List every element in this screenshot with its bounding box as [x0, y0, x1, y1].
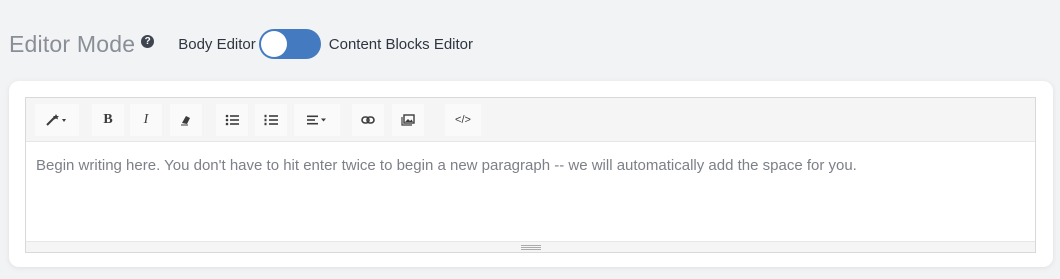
- grip-icon: [520, 244, 541, 250]
- help-icon[interactable]: ?: [141, 34, 155, 48]
- editor-resize-handle[interactable]: [26, 241, 1035, 252]
- toggle-knob: [260, 31, 287, 57]
- insert-picture-button[interactable]: [392, 104, 424, 136]
- editor-toolbar: B I </>: [26, 98, 1035, 142]
- body-editor-label: Body Editor: [178, 35, 256, 53]
- content-blocks-editor-label: Content Blocks Editor: [328, 35, 474, 53]
- editor-content-area[interactable]: Begin writing here. You don't have to hi…: [26, 141, 1035, 242]
- link-icon: [361, 115, 375, 125]
- bold-button[interactable]: B: [92, 104, 124, 136]
- ordered-list-icon: [264, 114, 278, 126]
- align-icon: [306, 114, 328, 126]
- page-title: Editor Mode: [9, 30, 136, 57]
- editor-mode-toggle[interactable]: [258, 29, 321, 59]
- ordered-list-button[interactable]: [255, 104, 287, 136]
- unordered-list-icon: [225, 114, 239, 126]
- paragraph-align-button[interactable]: [294, 104, 340, 136]
- clear-format-button[interactable]: [170, 104, 202, 136]
- editor-mode-header: Editor Mode ? Body Editor Content Blocks…: [9, 26, 473, 62]
- picture-icon: [401, 114, 415, 126]
- editor-card: B I </> Begin writing here. You don't ha…: [9, 81, 1053, 267]
- insert-link-button[interactable]: [352, 104, 384, 136]
- editor-placeholder: Begin writing here. You don't have to hi…: [36, 157, 857, 174]
- italic-button[interactable]: I: [130, 104, 162, 136]
- magic-wand-icon: [45, 113, 69, 127]
- unordered-list-button[interactable]: [216, 104, 248, 136]
- rich-text-editor: B I </> Begin writing here. You don't ha…: [25, 97, 1036, 253]
- code-view-button[interactable]: </>: [445, 104, 481, 136]
- eraser-icon: [180, 114, 192, 126]
- style-button[interactable]: [35, 104, 79, 136]
